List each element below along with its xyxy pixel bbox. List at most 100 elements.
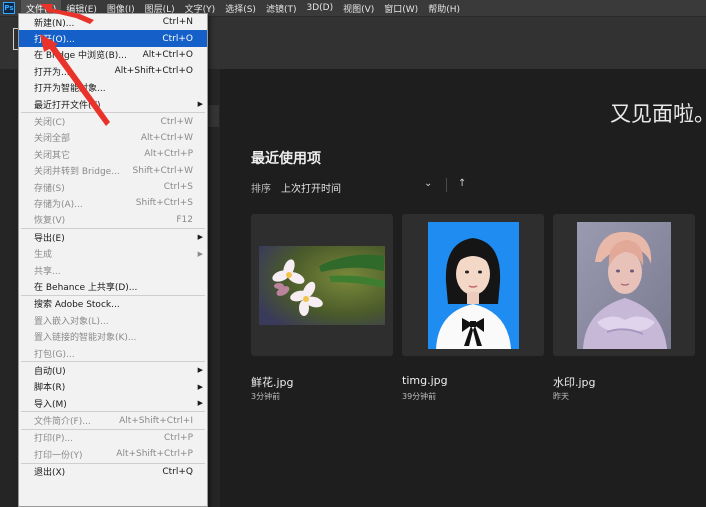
file-menu-item[interactable]: 打开为... Alt+Shift+Ctrl+O (19, 63, 207, 79)
greeting-text: 又见面啦。 (610, 102, 706, 126)
menu-view[interactable]: 视图(V) (338, 0, 379, 16)
file-menu-item-shortcut: Alt+Ctrl+O (142, 49, 193, 60)
file-menu-item-label: 打开为... (34, 67, 70, 78)
sort-direction-icon[interactable]: ↑ (458, 178, 466, 189)
file-menu-item-shortcut: Alt+Shift+Ctrl+O (114, 66, 193, 77)
file-menu-item-shortcut: Ctrl+S (163, 182, 193, 193)
file-menu-item[interactable]: 文件简介(F)... Alt+Shift+Ctrl+I (19, 412, 207, 428)
sort-select[interactable]: 上次打开时间 (281, 180, 341, 195)
recent-file-card[interactable] (251, 214, 393, 356)
file-menu-item-label: 存储为(A)... (34, 199, 83, 210)
file-menu-item[interactable]: 搜索 Adobe Stock... (19, 296, 207, 312)
file-menu-item[interactable]: 打开为智能对象... (19, 80, 207, 96)
file-menu-item[interactable]: 关闭其它 Alt+Ctrl+P (19, 146, 207, 162)
recent-title: 最近使用项 (251, 151, 321, 167)
file-menu-item-shortcut: Ctrl+Q (162, 466, 193, 477)
file-menu-item-label: 置入嵌入对象(L)... (34, 316, 109, 327)
file-menu-item-shortcut: Shift+Ctrl+S (135, 198, 193, 209)
file-menu-dropdown: 新建(N)... Ctrl+N 打开(O)... Ctrl+O 在 Bridge 中浏览… (18, 13, 208, 507)
file-name[interactable]: 水印.jpg (553, 374, 596, 390)
file-menu-item-shortcut: Ctrl+O (162, 33, 193, 44)
file-menu-item-label: 打开(O)... (34, 35, 75, 46)
file-menu-item-label: 在 Behance 上共享(D)... (34, 282, 138, 293)
file-menu-item[interactable]: 共享... (19, 262, 207, 278)
file-menu-item-shortcut: Alt+Ctrl+P (144, 149, 193, 160)
submenu-arrow-icon: ▶ (197, 366, 203, 375)
file-menu-item-label: 导出(E) (34, 233, 65, 244)
chevron-down-icon[interactable]: ⌄ (424, 178, 432, 189)
file-menu-item-label: 存储(S) (34, 183, 65, 194)
file-menu-item[interactable]: 生成 ▶ (19, 245, 207, 261)
file-menu-item[interactable]: 恢复(V) F12 (19, 212, 207, 228)
file-menu-item[interactable]: 新建(N)... Ctrl+N (19, 14, 207, 30)
file-menu-item-label: 自动(U) (34, 366, 66, 377)
file-time: 39分钟前 (402, 392, 437, 401)
file-menu-item-label: 关闭并转到 Bridge... (34, 167, 120, 178)
menu-3d[interactable]: 3D(D) (301, 0, 338, 16)
file-menu-item-label: 搜索 Adobe Stock... (34, 300, 120, 311)
menu-help[interactable]: 帮助(H) (423, 0, 465, 16)
file-menu-item-label: 打印一份(Y) (34, 450, 83, 461)
submenu-arrow-icon: ▶ (197, 233, 203, 242)
file-menu-item[interactable]: 置入嵌入对象(L)... (19, 312, 207, 328)
flower-thumbnail (259, 246, 385, 325)
file-menu-item[interactable]: 在 Bridge 中浏览(B)... Alt+Ctrl+O (19, 47, 207, 63)
file-menu-item-label: 脚本(R) (34, 383, 66, 394)
file-menu-item[interactable]: 关闭全部 Alt+Ctrl+W (19, 130, 207, 146)
file-menu-item[interactable]: 打开(O)... Ctrl+O (19, 30, 207, 47)
file-name[interactable]: timg.jpg (402, 374, 448, 387)
file-menu-item-label: 导入(M) (34, 399, 67, 410)
file-menu-item[interactable]: 存储为(A)... Shift+Ctrl+S (19, 195, 207, 211)
file-menu-item-label: 退出(X) (34, 468, 66, 479)
file-menu-item-shortcut: Alt+Ctrl+W (140, 132, 193, 143)
file-menu-item-label: 恢复(V) (34, 216, 66, 227)
file-menu-item[interactable]: 置入链接的智能对象(K)... (19, 328, 207, 344)
submenu-arrow-icon: ▶ (197, 100, 203, 109)
file-menu-item[interactable]: 最近打开文件(T) ▶ (19, 96, 207, 112)
file-menu-item-label: 置入链接的智能对象(K)... (34, 333, 137, 344)
file-menu-item-label: 打开为智能对象... (34, 84, 106, 95)
file-menu-item-shortcut: Ctrl+W (160, 116, 193, 127)
menu-select[interactable]: 选择(S) (220, 0, 261, 16)
file-menu-item[interactable]: 在 Behance 上共享(D)... (19, 278, 207, 294)
file-time: 昨天 (553, 392, 569, 401)
painting-thumbnail (577, 222, 671, 349)
file-menu-item-label: 关闭其它 (34, 150, 71, 161)
file-menu-item-label: 文件简介(F)... (34, 417, 91, 428)
menu-window[interactable]: 窗口(W) (379, 0, 423, 16)
file-menu-item[interactable]: 打印一份(Y) Alt+Shift+Ctrl+P (19, 446, 207, 462)
file-menu-item-shortcut: F12 (176, 214, 193, 225)
file-menu-item-label: 新建(N)... (34, 18, 75, 29)
file-menu-item[interactable]: 打印(P)... Ctrl+P (19, 430, 207, 446)
file-menu-item-label: 关闭(C) (34, 118, 66, 129)
file-name[interactable]: 鲜花.jpg (251, 374, 294, 390)
submenu-arrow-icon: ▶ (197, 399, 203, 408)
file-menu-item-label: 最近打开文件(T) (34, 100, 101, 111)
file-menu-item[interactable]: 导出(E) ▶ (19, 229, 207, 245)
file-menu-item[interactable]: 脚本(R) ▶ (19, 379, 207, 395)
file-menu-item[interactable]: 关闭并转到 Bridge... Shift+Ctrl+W (19, 163, 207, 179)
submenu-arrow-icon: ▶ (197, 249, 203, 258)
photoshop-logo-icon: Ps (3, 2, 15, 14)
sort-label: 排序 (251, 184, 271, 195)
file-menu-item[interactable]: 自动(U) ▶ (19, 362, 207, 378)
file-menu-item-shortcut: Alt+Shift+Ctrl+I (119, 415, 193, 426)
file-menu-item[interactable]: 退出(X) Ctrl+Q (19, 464, 207, 480)
file-menu-item-shortcut: Alt+Shift+Ctrl+P (116, 449, 193, 460)
file-menu-item-shortcut: Shift+Ctrl+W (132, 165, 193, 176)
file-time: 3分钟前 (251, 392, 281, 401)
file-menu-item-shortcut: Ctrl+P (164, 432, 193, 443)
sort-divider (446, 178, 447, 192)
file-menu-item[interactable]: 关闭(C) Ctrl+W (19, 113, 207, 129)
file-menu-item[interactable]: 存储(S) Ctrl+S (19, 179, 207, 195)
file-menu-item-label: 关闭全部 (34, 134, 71, 145)
recent-file-card[interactable] (553, 214, 695, 356)
file-menu-item[interactable]: 打包(G)... (19, 345, 207, 361)
file-menu-item-label: 打包(G)... (34, 349, 75, 360)
file-menu-item-shortcut: Ctrl+N (162, 17, 193, 28)
file-menu-item[interactable]: 导入(M) ▶ (19, 395, 207, 411)
recent-file-card[interactable] (402, 214, 544, 356)
file-menu-item-label: 打印(P)... (34, 434, 74, 445)
menu-filter[interactable]: 滤镜(T) (261, 0, 302, 16)
file-menu-item-label: 生成 (34, 250, 53, 261)
